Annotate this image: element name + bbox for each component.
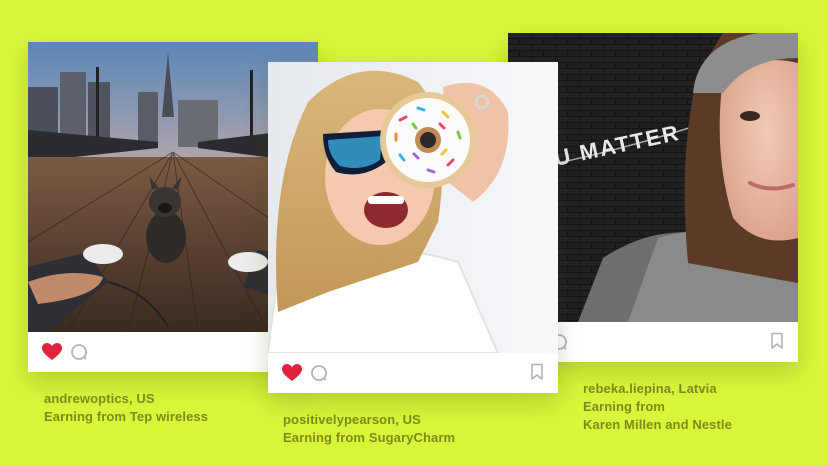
caption-username: positivelypearson, US [283,412,421,427]
caption-sponsor: Earning from SugaryCharm [283,430,456,445]
heart-icon[interactable] [282,364,302,382]
caption-sponsor: Earning from Tep wireless [44,409,209,424]
caption-sponsor-names: Karen Millen and Nestle [583,417,732,432]
caption-sponsor: Earning from [583,399,666,414]
bookmark-icon[interactable] [770,332,784,350]
heart-icon[interactable] [42,343,62,361]
caption-andrew: andrewoptics, US Earning from Tep wirele… [44,390,208,426]
bookmark-icon[interactable] [530,363,544,381]
caption-username: rebeka.liepina, Latvia [583,381,717,396]
action-bar [268,353,558,393]
post-card-pearson [268,62,558,393]
caption-pearson: positivelypearson, US Earning from Sugar… [283,411,455,447]
comment-icon[interactable] [310,364,328,382]
caption-username: andrewoptics, US [44,391,155,406]
comment-icon[interactable] [70,343,88,361]
post-photo-pearson[interactable] [268,62,558,353]
caption-rebeka: rebeka.liepina, Latvia Earning from Kare… [583,380,732,434]
